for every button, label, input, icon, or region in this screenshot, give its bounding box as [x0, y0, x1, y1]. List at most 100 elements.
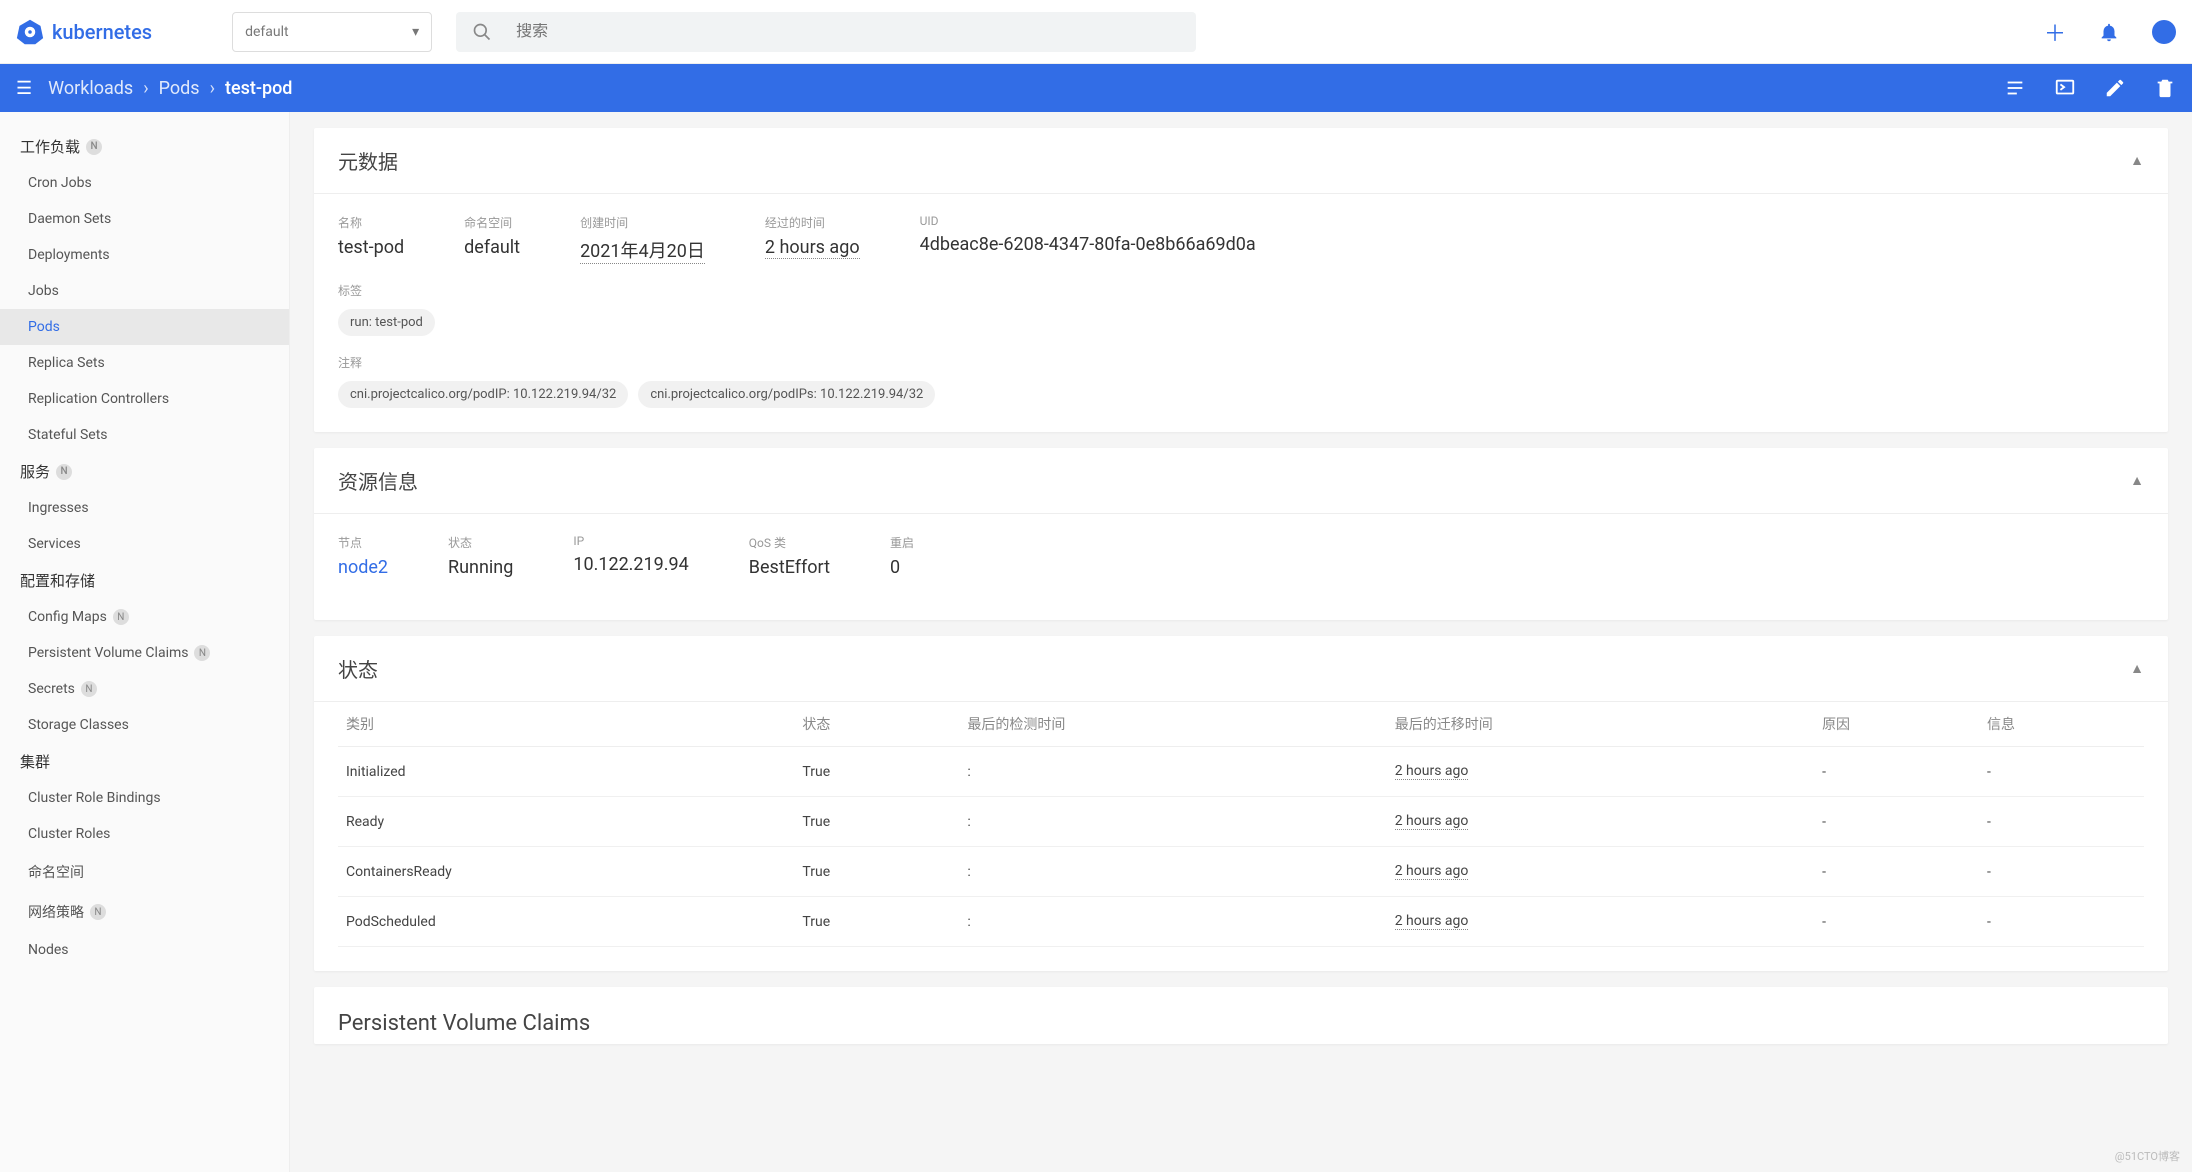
user-avatar-icon[interactable] — [2152, 20, 2176, 44]
chevron-right-icon: › — [210, 78, 215, 99]
hamburger-icon[interactable]: ☰ — [16, 78, 32, 99]
table-cell: True — [794, 897, 959, 947]
metadata-card: 元数据 ▲ 名称test-pod 命名空间default 创建时间2021年4月… — [314, 128, 2168, 432]
label-chip: run: test-pod — [338, 309, 435, 336]
sidebar-item-stateful-sets[interactable]: Stateful Sets — [0, 417, 289, 453]
exec-icon[interactable] — [2054, 77, 2076, 99]
breadcrumb-workloads[interactable]: Workloads — [48, 78, 133, 99]
sidebar-item-label: Secrets — [28, 681, 75, 697]
namespace-badge-icon: N — [81, 681, 97, 697]
sidebar-item-label: Daemon Sets — [28, 211, 111, 227]
table-cell: : — [959, 897, 1386, 947]
chevron-right-icon: › — [143, 78, 148, 99]
sidebar-item-nodes[interactable]: Nodes — [0, 932, 289, 968]
namespace-badge-icon: N — [86, 139, 102, 155]
nav-section-config[interactable]: 配置和存储 — [0, 562, 289, 599]
sidebar-item-ingresses[interactable]: Ingresses — [0, 490, 289, 526]
pvc-title: Persistent Volume Claims — [314, 987, 2168, 1044]
status-title: 状态 — [338, 654, 378, 683]
edit-icon[interactable] — [2104, 77, 2126, 99]
table-cell: - — [1814, 797, 1979, 847]
sidebar-item-storage-classes[interactable]: Storage Classes — [0, 707, 289, 743]
sidebar-item-replication-controllers[interactable]: Replication Controllers — [0, 381, 289, 417]
table-cell: 2 hours ago — [1387, 797, 1814, 847]
sidebar-item-pods[interactable]: Pods — [0, 309, 289, 345]
logs-icon[interactable] — [2004, 77, 2026, 99]
sidebar-item-daemon-sets[interactable]: Daemon Sets — [0, 201, 289, 237]
table-cell: 2 hours ago — [1387, 847, 1814, 897]
sidebar-item-label: Replication Controllers — [28, 391, 169, 407]
sidebar-item-services[interactable]: Services — [0, 526, 289, 562]
pod-restarts: 0 — [890, 557, 914, 578]
pod-name: test-pod — [338, 237, 404, 258]
sidebar-item-label: Nodes — [28, 942, 69, 958]
meta-label: 命名空间 — [464, 214, 520, 231]
label-chips: run: test-pod — [338, 309, 2144, 336]
breadcrumb-current: test-pod — [225, 78, 292, 99]
sidebar-item-cluster-role-bindings[interactable]: Cluster Role Bindings — [0, 780, 289, 816]
table-cell: 2 hours ago — [1387, 747, 1814, 797]
namespace-badge-icon: N — [113, 609, 129, 625]
table-cell: True — [794, 747, 959, 797]
nav-section-cluster[interactable]: 集群 — [0, 743, 289, 780]
sidebar-item-cron-jobs[interactable]: Cron Jobs — [0, 165, 289, 201]
table-cell: - — [1979, 747, 2144, 797]
sidebar-item-jobs[interactable]: Jobs — [0, 273, 289, 309]
sidebar-item-secrets[interactable]: Secrets N — [0, 671, 289, 707]
breadcrumb-bar: ☰ Workloads › Pods › test-pod — [0, 64, 2192, 112]
pod-status: Running — [448, 557, 513, 578]
meta-label: 经过的时间 — [765, 214, 860, 231]
node-link[interactable]: node2 — [338, 557, 388, 578]
sidebar-item-replica-sets[interactable]: Replica Sets — [0, 345, 289, 381]
sidebar-item-label: Stateful Sets — [28, 427, 108, 443]
annotation-chip: cni.projectcalico.org/podIPs: 10.122.219… — [638, 381, 935, 408]
sidebar-item-cluster-roles[interactable]: Cluster Roles — [0, 816, 289, 852]
sidebar-item-label: 网络策略 — [28, 902, 84, 922]
sidebar-item-label: Cluster Roles — [28, 826, 110, 842]
notifications-icon[interactable] — [2098, 21, 2120, 43]
brand-logo[interactable]: kubernetes — [16, 18, 152, 46]
sidebar-item-config-maps[interactable]: Config MapsN — [0, 599, 289, 635]
table-cell: PodScheduled — [338, 897, 794, 947]
table-cell: True — [794, 847, 959, 897]
table-cell: Ready — [338, 797, 794, 847]
column-header: 状态 — [794, 702, 959, 747]
sidebar-item-网络策略[interactable]: 网络策略 N — [0, 892, 289, 932]
namespace-value: default — [245, 24, 289, 40]
brand-text: kubernetes — [52, 20, 152, 44]
table-cell: True — [794, 797, 959, 847]
sidebar-item-命名空间[interactable]: 命名空间 — [0, 852, 289, 892]
create-icon[interactable]: ＋ — [2044, 16, 2066, 48]
namespace-badge-icon: N — [56, 464, 72, 480]
namespace-selector[interactable]: default ▾ — [232, 12, 432, 52]
sidebar-item-label: Cluster Role Bindings — [28, 790, 161, 806]
collapse-icon[interactable]: ▲ — [2130, 472, 2144, 489]
pod-namespace: default — [464, 237, 520, 258]
meta-label: 名称 — [338, 214, 404, 231]
nav-section-services[interactable]: 服务N — [0, 453, 289, 490]
meta-label: UID — [920, 214, 1256, 228]
collapse-icon[interactable]: ▲ — [2130, 152, 2144, 169]
annotation-chips: cni.projectcalico.org/podIP: 10.122.219.… — [338, 381, 2144, 408]
column-header: 最后的检测时间 — [959, 702, 1386, 747]
table-row: PodScheduledTrue:2 hours ago-- — [338, 897, 2144, 947]
sidebar-item-deployments[interactable]: Deployments — [0, 237, 289, 273]
table-row: ContainersReadyTrue:2 hours ago-- — [338, 847, 2144, 897]
breadcrumb-pods[interactable]: Pods — [159, 78, 200, 99]
top-actions: ＋ — [2044, 16, 2176, 48]
annotations-label: 注释 — [338, 354, 2144, 371]
resource-actions — [2004, 77, 2176, 99]
collapse-icon[interactable]: ▲ — [2130, 660, 2144, 677]
namespace-badge-icon: N — [194, 645, 210, 661]
search-box[interactable] — [456, 12, 1196, 52]
meta-label: 状态 — [448, 534, 513, 551]
chevron-down-icon: ▾ — [412, 24, 419, 40]
sidebar-item-label: Services — [28, 536, 81, 552]
namespace-badge-icon: N — [90, 904, 106, 920]
sidebar-item-label: Jobs — [28, 283, 59, 299]
search-input[interactable] — [516, 23, 1180, 41]
delete-icon[interactable] — [2154, 77, 2176, 99]
sidebar-item-persistent-volume-claims[interactable]: Persistent Volume ClaimsN — [0, 635, 289, 671]
watermark: @51CTO博客 — [2115, 1148, 2180, 1164]
nav-section-workloads[interactable]: 工作负载N — [0, 128, 289, 165]
